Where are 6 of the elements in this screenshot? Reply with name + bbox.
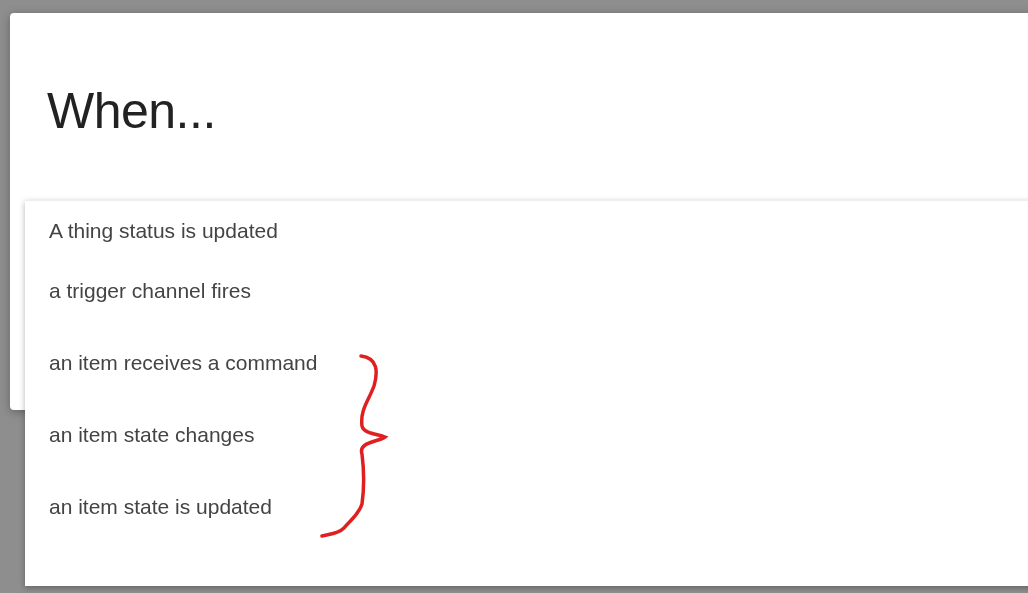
menu-item[interactable]: an item receives a command [25,333,1028,405]
menu-item[interactable]: an item state changes [25,405,1028,477]
menu-item[interactable]: a trigger channel fires [25,261,1028,333]
menu-item[interactable]: A thing status is updated [25,201,1028,261]
menu-item[interactable]: an item state is updated [25,477,1028,549]
dialog-title: When... [46,82,217,141]
